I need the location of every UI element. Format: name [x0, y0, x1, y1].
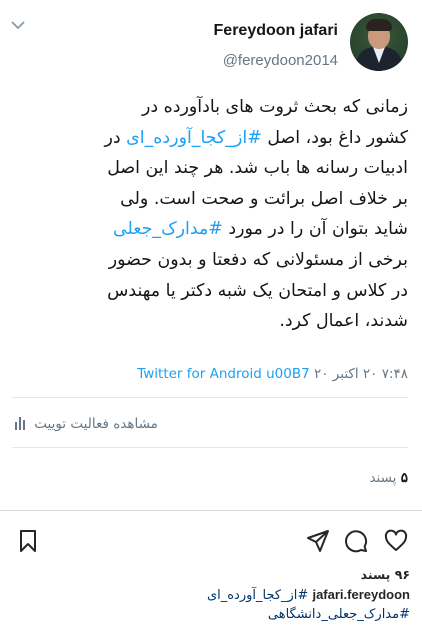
tweet-line: زمانی که بحث ثروت های بادآورده در	[141, 97, 408, 117]
username-link[interactable]: jafari.fereydoon	[312, 587, 410, 602]
post-likes-count: ۹۶	[394, 567, 410, 582]
source-link[interactable]: Twitter for Android u00B7	[137, 366, 309, 382]
tweet-line: کشور داغ بود، اصل #از_کجا_آورده_ای در	[104, 127, 409, 148]
timestamp: ۷:۴۸ ۲۰ اکتبر ۲۰	[314, 366, 408, 382]
post-likes[interactable]: ۹۶ پسند	[361, 567, 410, 582]
tweet-line: در کلاس و امتحان یک شبه دکتر یا مهندس	[107, 280, 408, 301]
caption-line: jafari.fereydoon #از_کجا_آورده_ای	[10, 585, 410, 605]
hashtag-link[interactable]: #از_کجا_آورده_ای	[126, 128, 262, 148]
tweet-line: شاید بتوان آن را در مورد #مدارک_جعلی	[112, 219, 408, 240]
tweet-line: بر خلاف اصل برائت و صحت است. ولی	[120, 188, 408, 209]
divider	[0, 510, 422, 511]
share-icon[interactable]	[306, 529, 330, 553]
hashtag-link[interactable]: #از_کجا_آورده_ای	[207, 588, 308, 603]
divider	[12, 397, 408, 398]
heart-icon[interactable]	[384, 529, 408, 553]
author-name[interactable]: Fereydoon jafari	[214, 22, 338, 40]
likes-count: ۵	[400, 470, 408, 485]
post-likes-label: پسند	[360, 567, 391, 582]
tweet-line: برخی از مسئولانی که دفعتا و بدون حضور	[108, 249, 408, 270]
author-handle[interactable]: @fereydoon2014	[223, 52, 338, 69]
tweet-card: Fereydoon jafari @fereydoon2014 زمانی که…	[0, 0, 422, 520]
action-bar	[0, 520, 422, 560]
analytics-icon	[15, 417, 25, 430]
avatar[interactable]	[350, 13, 408, 71]
tweet-text: زمانی که بحث ثروت های بادآورده در کشور د…	[12, 92, 409, 337]
chevron-down-icon[interactable]	[10, 18, 26, 32]
likes-label: پسند	[369, 470, 397, 486]
bookmark-icon[interactable]	[16, 529, 40, 553]
comment-icon[interactable]	[344, 529, 368, 553]
tweet-line: شدند، اعمال کرد.	[279, 311, 408, 332]
post-caption: jafari.fereydoon #از_کجا_آورده_ای #مدارک…	[10, 585, 410, 624]
likes-summary[interactable]: ۵ پسند	[369, 470, 408, 486]
hashtag-link[interactable]: #مدارک_جعلی	[113, 219, 223, 239]
tweet-meta: ۷:۴۸ ۲۰ اکتبر ۲۰ Twitter for Android u00…	[137, 366, 408, 382]
activity-label: مشاهده فعالیت توییت	[34, 416, 158, 432]
divider	[12, 447, 408, 448]
view-activity-link[interactable]: مشاهده فعالیت توییت	[14, 416, 158, 432]
caption-line: #مدارک_جعلی_دانشگاهی	[10, 605, 410, 624]
hashtag-link[interactable]: #مدارک_جعلی_دانشگاهی	[268, 607, 410, 622]
tweet-line: ادبیات رسانه ها باب شد. هر چند این اصل	[107, 158, 408, 179]
